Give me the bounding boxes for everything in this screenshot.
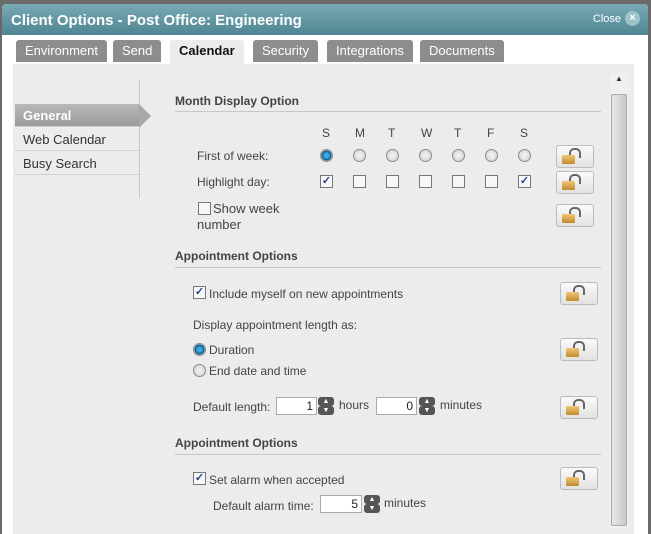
first-of-week-label: First of week: [197,149,269,163]
day-header: S [520,126,529,140]
hours-label: hours [339,398,370,412]
close-icon: × [625,11,640,26]
hours-spinner[interactable]: ▲ ▼ [318,397,334,415]
lock-icon-body [566,477,579,486]
lock-button[interactable] [556,204,594,227]
highlight-day-checkbox[interactable] [353,175,366,188]
lock-icon-body [566,348,579,357]
lock-icon-body [562,181,575,190]
duration-label: Duration [209,343,255,357]
first-of-week-radio[interactable] [353,149,366,162]
show-week-label-2: number [197,217,242,232]
set-alarm-label: Set alarm when accepted [209,473,345,487]
highlight-day-checkbox[interactable] [485,175,498,188]
lock-button[interactable] [560,282,598,305]
highlight-day-checkbox[interactable]: ✓ [518,175,531,188]
highlight-day-checkbox[interactable] [452,175,465,188]
nav-arrow [139,104,151,128]
scrollbar-thumb[interactable] [611,94,627,526]
first-of-week-radio[interactable] [320,149,333,162]
include-myself-label: Include myself on new appointments [209,287,404,301]
day-header: T [388,126,396,140]
tab-calendar[interactable]: Calendar [170,40,244,64]
day-header: T [454,126,462,140]
first-of-week-radio[interactable] [485,149,498,162]
display-length-label: Display appointment length as: [193,318,358,332]
tab-integrations[interactable]: Integrations [327,40,413,62]
lock-icon-body [566,292,579,301]
alarm-spinner[interactable]: ▲ ▼ [364,495,380,513]
duration-radio[interactable] [193,343,206,356]
divider [175,111,601,112]
down-icon[interactable]: ▼ [364,504,380,513]
alarm-minutes-label: minutes [384,496,427,510]
tab-documents[interactable]: Documents [420,40,504,62]
scroll-up-icon[interactable]: ▲ [610,74,628,83]
scrollbar[interactable]: ▲ [610,74,628,529]
tab-send[interactable]: Send [113,40,162,62]
highlight-day-checkbox[interactable] [419,175,432,188]
up-icon[interactable]: ▲ [318,397,334,406]
close-button[interactable]: Close × [593,11,640,26]
day-header: S [322,126,331,140]
up-icon[interactable]: ▲ [364,495,380,504]
nav-busy-search[interactable]: Busy Search [15,152,139,175]
lock-button[interactable] [560,338,598,361]
tab-security[interactable]: Security [253,40,318,62]
alarm-time-input[interactable]: 5 [320,495,362,513]
lock-button[interactable] [556,171,594,194]
first-of-week-radio[interactable] [518,149,531,162]
lock-button[interactable] [560,467,598,490]
appointment-options-heading: Appointment Options [175,249,298,263]
end-date-radio[interactable] [193,364,206,377]
show-week-number-checkbox[interactable] [198,202,211,215]
nav-web-calendar[interactable]: Web Calendar [15,128,139,151]
up-icon[interactable]: ▲ [419,397,435,406]
lock-button[interactable] [556,145,594,168]
minutes-input[interactable]: 0 [376,397,417,415]
first-of-week-radio[interactable] [419,149,432,162]
highlight-day-label: Highlight day: [197,175,270,189]
close-label: Close [592,12,621,25]
down-icon[interactable]: ▼ [419,406,435,415]
highlight-day-checkbox[interactable] [386,175,399,188]
day-header: F [487,126,495,140]
alarm-options-heading: Appointment Options [175,436,298,450]
minutes-spinner[interactable]: ▲ ▼ [419,397,435,415]
set-alarm-checkbox[interactable]: ✓ [193,472,206,485]
first-of-week-radio[interactable] [386,149,399,162]
title-bar: Client Options - Post Office: Engineerin… [2,4,648,35]
default-length-label: Default length: [193,400,271,414]
end-date-label: End date and time [209,364,307,378]
nav-divider [139,80,140,198]
alarm-time-label: Default alarm time: [213,499,314,513]
divider [175,454,601,455]
include-myself-checkbox[interactable]: ✓ [193,286,206,299]
divider [175,267,601,268]
highlight-day-checkbox[interactable]: ✓ [320,175,333,188]
lock-icon-body [562,155,575,164]
dialog-title: Client Options - Post Office: Engineerin… [11,12,302,29]
hours-input[interactable]: 1 [276,397,317,415]
day-header: W [421,126,433,140]
down-icon[interactable]: ▼ [318,406,334,415]
day-header: M [355,126,365,140]
minutes-label: minutes [440,398,483,412]
show-week-label: Show week [213,201,280,216]
month-display-heading: Month Display Option [175,94,299,108]
lock-icon-body [566,406,579,415]
first-of-week-radio[interactable] [452,149,465,162]
nav-general[interactable]: General [15,104,139,127]
tab-environment[interactable]: Environment [16,40,107,62]
lock-icon-body [562,214,575,223]
lock-button[interactable] [560,396,598,419]
